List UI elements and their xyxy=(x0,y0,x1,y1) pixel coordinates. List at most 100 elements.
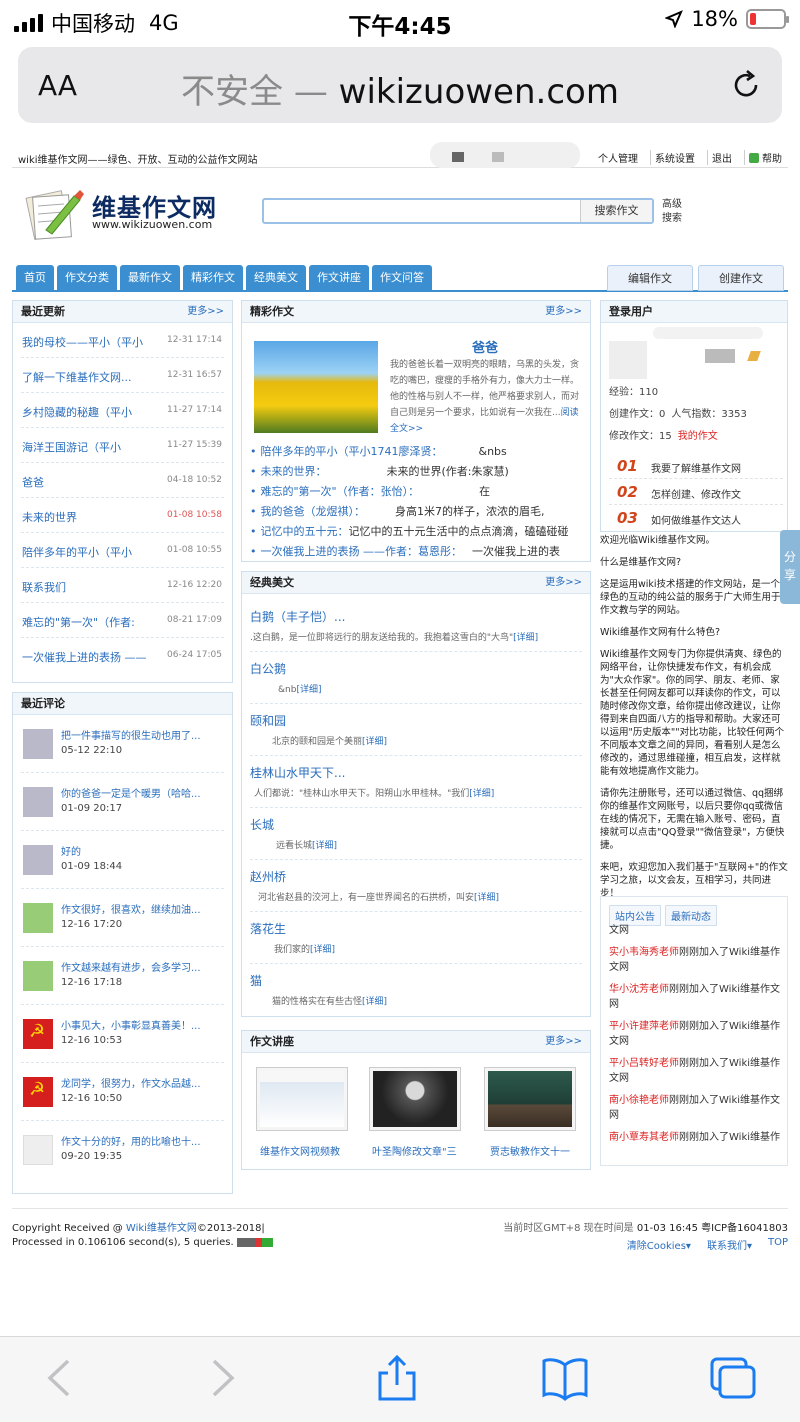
lecture-caption[interactable]: 贾志敏教作文十一 xyxy=(490,1143,570,1158)
tab-categories[interactable]: 作文分类 xyxy=(57,265,117,291)
comment-item[interactable]: 作文很好，很喜欢，继续加油... 12-16 17:20 xyxy=(21,889,224,947)
comment-item[interactable]: 作文越来越有进步，会多学习... 12-16 17:18 xyxy=(21,947,224,1005)
tab-latest[interactable]: 最新作文 xyxy=(120,265,180,291)
classic-title[interactable]: 猫 xyxy=(250,972,262,989)
detail-link[interactable]: [详细] xyxy=(310,945,335,955)
top-link[interactable]: TOP xyxy=(768,1237,788,1252)
classic-title[interactable]: 白公鹅 xyxy=(250,660,286,677)
detail-link[interactable]: [详细] xyxy=(312,841,337,851)
classic-title[interactable]: 桂林山水甲天下... xyxy=(250,764,345,781)
lecture-caption[interactable]: 叶圣陶修改文章"三 xyxy=(372,1143,457,1158)
list-item[interactable]: 爸爸 04-18 10:52 xyxy=(21,463,224,498)
list-item[interactable]: 海洋王国游记（平小 11-27 15:39 xyxy=(21,428,224,463)
comment-text[interactable]: 作文十分的好，用的比喻也十... xyxy=(61,1133,201,1148)
tabs-icon[interactable] xyxy=(708,1355,758,1401)
item-title[interactable]: 一次催我上进的表扬 —— xyxy=(22,649,147,665)
search-box[interactable]: 搜索作文 xyxy=(262,198,654,224)
article-title[interactable]: 爸爸 xyxy=(472,337,498,356)
comment-text[interactable]: 小事见大，小事彰显真善美！... xyxy=(61,1017,201,1032)
link-help[interactable]: 帮助 xyxy=(744,150,786,165)
comment-item[interactable]: 小事见大，小事彰显真善美！... 12-16 10:53 xyxy=(21,1005,224,1063)
item-title[interactable]: 海洋王国游记（平小 xyxy=(22,439,121,455)
my-articles-link[interactable]: 我的作文 xyxy=(678,431,718,442)
item-title[interactable]: 未来的世界 xyxy=(22,509,77,525)
item-title[interactable]: 陪伴多年的平小（平小 xyxy=(22,544,132,560)
more-link[interactable]: 更多>> xyxy=(545,1031,582,1053)
teacher-name[interactable]: 南小徐艳老师 xyxy=(609,1095,669,1106)
avatar[interactable] xyxy=(609,341,647,379)
featured-list-item[interactable]: • 我的爸爸（龙煜祺）： 身高1米7的样子，浓浓的眉毛, xyxy=(250,503,580,519)
news-item[interactable]: 南小覃寿其老师刚刚加入了Wiki维基作 xyxy=(609,1130,781,1145)
news-item[interactable]: 华小沈芳老师刚刚加入了Wiki维基作文网 xyxy=(609,982,781,1012)
comment-item[interactable]: 把一件事描写的很生动也用了... 05-12 22:10 xyxy=(21,715,224,773)
address-bar[interactable]: AA 不安全 — wikizuowen.com xyxy=(18,47,782,123)
step-text[interactable]: 怎样创建、修改作文 xyxy=(651,486,741,501)
copyright-link[interactable]: Wiki维基作文网 xyxy=(126,1223,197,1234)
classic-item[interactable]: 落花生 我们家的[详细] xyxy=(250,912,582,964)
lecture-thumbnail[interactable] xyxy=(369,1067,461,1131)
contact-link[interactable]: 联系我们▾ xyxy=(707,1237,752,1252)
teacher-name[interactable]: 平小许建萍老师 xyxy=(609,1021,679,1032)
item-link[interactable]: 未来的世界： xyxy=(261,465,327,478)
detail-link[interactable]: [详细] xyxy=(362,997,387,1007)
item-title[interactable]: 难忘的"第一次"（作者: xyxy=(22,614,135,630)
classic-title[interactable]: 白鹅（丰子恺）... xyxy=(250,608,345,625)
list-item[interactable]: 陪伴多年的平小（平小 01-08 10:55 xyxy=(21,533,224,568)
bookmarks-icon[interactable] xyxy=(540,1355,590,1401)
comment-item[interactable]: 你的爸爸一定是个暖男（哈哈... 01-09 20:17 xyxy=(21,773,224,831)
edit-article-button[interactable]: 编辑作文 xyxy=(607,265,693,291)
list-item[interactable]: 我的母校——平小（平小 12-31 17:14 xyxy=(21,323,224,358)
help-step[interactable]: 01 我要了解维基作文网 xyxy=(609,455,783,479)
item-link[interactable]: 一次催我上进的表扬 ——作者：葛恩彤： xyxy=(261,545,463,558)
featured-list-item[interactable]: • 记忆中的五十元：记忆中的五十元生活中的点点滴滴，磕磕碰碰 xyxy=(250,523,580,539)
classic-item[interactable]: 赵州桥 河北省赵县的洨河上，有一座世界闻名的石拱桥，叫安[详细] xyxy=(250,860,582,912)
tab-featured[interactable]: 精彩作文 xyxy=(183,265,243,291)
comment-text[interactable]: 你的爸爸一定是个暖男（哈哈... xyxy=(61,785,201,800)
step-text[interactable]: 如何做维基作文达人 xyxy=(651,512,741,527)
tab-home[interactable]: 首页 xyxy=(16,265,54,291)
comment-text[interactable]: 把一件事描写的很生动也用了... xyxy=(61,727,201,742)
item-link[interactable]: 陪伴多年的平小（平小1741廖泽贤： xyxy=(261,445,443,458)
featured-list-item[interactable]: • 未来的世界： 未来的世界(作者:朱家慧) xyxy=(250,463,580,479)
list-item[interactable]: 联系我们 12-16 12:20 xyxy=(21,568,224,603)
comment-item[interactable]: 好的 01-09 18:44 xyxy=(21,831,224,889)
tab-lectures[interactable]: 作文讲座 xyxy=(309,265,369,291)
link-settings[interactable]: 系统设置 xyxy=(650,150,699,165)
item-link[interactable]: 我的爸爸（龙煜祺）： xyxy=(261,505,366,518)
detail-link[interactable]: [详细] xyxy=(296,685,321,695)
icp-number[interactable]: 粤ICP备16041803 xyxy=(701,1223,788,1234)
classic-item[interactable]: 白公鹅 &nb[详细] xyxy=(250,652,582,704)
tab-qa[interactable]: 作文问答 xyxy=(372,265,432,291)
classic-title[interactable]: 落花生 xyxy=(250,920,286,937)
clear-cookies-link[interactable]: 清除Cookies▾ xyxy=(627,1237,691,1252)
classic-title[interactable]: 颐和园 xyxy=(250,712,286,729)
site-logo-icon[interactable] xyxy=(24,186,84,240)
list-item[interactable]: 难忘的"第一次"（作者: 08-21 17:09 xyxy=(21,603,224,638)
lecture-thumbnail[interactable] xyxy=(256,1067,348,1131)
comment-item[interactable]: 作文十分的好，用的比喻也十... 09-20 19:35 xyxy=(21,1121,224,1179)
stats-badge-icon[interactable] xyxy=(236,1237,273,1247)
teacher-name[interactable]: 南小覃寿其老师 xyxy=(609,1132,679,1143)
featured-list-item[interactable]: • 陪伴多年的平小（平小1741廖泽贤： &nbs xyxy=(250,443,580,459)
lecture-caption[interactable]: 维基作文网视频教 xyxy=(260,1143,340,1158)
classic-item[interactable]: 桂林山水甲天下... 人们都说："桂林山水甲天下。阳朔山水甲桂林。"我们[详细] xyxy=(250,756,582,808)
more-link[interactable]: 更多>> xyxy=(545,572,582,594)
link-personal[interactable]: 个人管理 xyxy=(594,150,642,165)
tulip-photo[interactable] xyxy=(254,341,378,433)
news-item[interactable]: 平小许建萍老师刚刚加入了Wiki维基作文网 xyxy=(609,1019,781,1049)
classic-item[interactable]: 颐和园 北京的颐和园是个美丽[详细] xyxy=(250,704,582,756)
detail-link[interactable]: [详细] xyxy=(469,789,494,799)
search-button[interactable]: 搜索作文 xyxy=(580,200,652,222)
teacher-name[interactable]: 华小沈芳老师 xyxy=(609,984,669,995)
step-text[interactable]: 我要了解维基作文网 xyxy=(651,460,741,475)
comment-text[interactable]: 作文越来越有进步，会多学习... xyxy=(61,959,201,974)
comment-text[interactable]: 好的 xyxy=(61,843,81,858)
featured-list-item[interactable]: • 一次催我上进的表扬 ——作者：葛恩彤： 一次催我上进的表 xyxy=(250,543,580,559)
help-step[interactable]: 02 怎样创建、修改作文 xyxy=(609,481,783,505)
share-button[interactable]: 分享 xyxy=(780,530,800,604)
item-title[interactable]: 爸爸 xyxy=(22,474,44,490)
featured-list-item[interactable]: • 难忘的"第一次"（作者：张怡）：在 xyxy=(250,483,580,499)
list-item[interactable]: 了解一下维基作文网... 12-31 16:57 xyxy=(21,358,224,393)
classic-title[interactable]: 赵州桥 xyxy=(250,868,286,885)
more-link[interactable]: 更多>> xyxy=(187,301,224,323)
